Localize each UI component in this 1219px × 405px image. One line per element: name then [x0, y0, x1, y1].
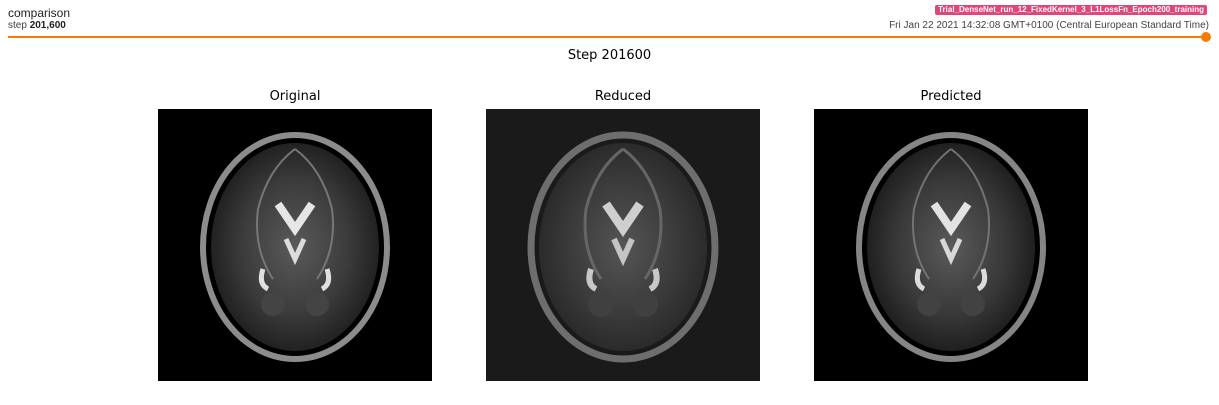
run-name-badge: Trial_DenseNet_run_12_FixedKernel_3_L1Lo…: [935, 5, 1207, 15]
brain-scan-original-image: [158, 109, 432, 381]
panel-reduced: Reduced: [486, 88, 760, 381]
panel-predicted: Predicted: [814, 88, 1088, 381]
step-slider-track[interactable]: [8, 36, 1206, 38]
figure-title: Step 201600: [567, 48, 652, 63]
step-slider-thumb[interactable]: [1201, 32, 1211, 42]
panel-title: Predicted: [920, 89, 982, 104]
image-card: comparison step 201,600 Trial_DenseNet_r…: [0, 0, 1219, 405]
panel-original: Original: [158, 88, 432, 381]
step-prefix: step: [8, 20, 27, 31]
brain-scan-predicted-image: [814, 109, 1088, 381]
tag-name: comparison: [8, 6, 71, 20]
panel-title: Reduced: [594, 89, 652, 104]
brain-scan-reduced-image: [486, 109, 760, 381]
timestamp: Fri Jan 22 2021 14:32:08 GMT+0100 (Centr…: [889, 20, 1209, 31]
step-value: 201,600: [29, 20, 66, 31]
step-label: step 201,600: [8, 20, 66, 31]
panel-title: Original: [269, 89, 321, 104]
